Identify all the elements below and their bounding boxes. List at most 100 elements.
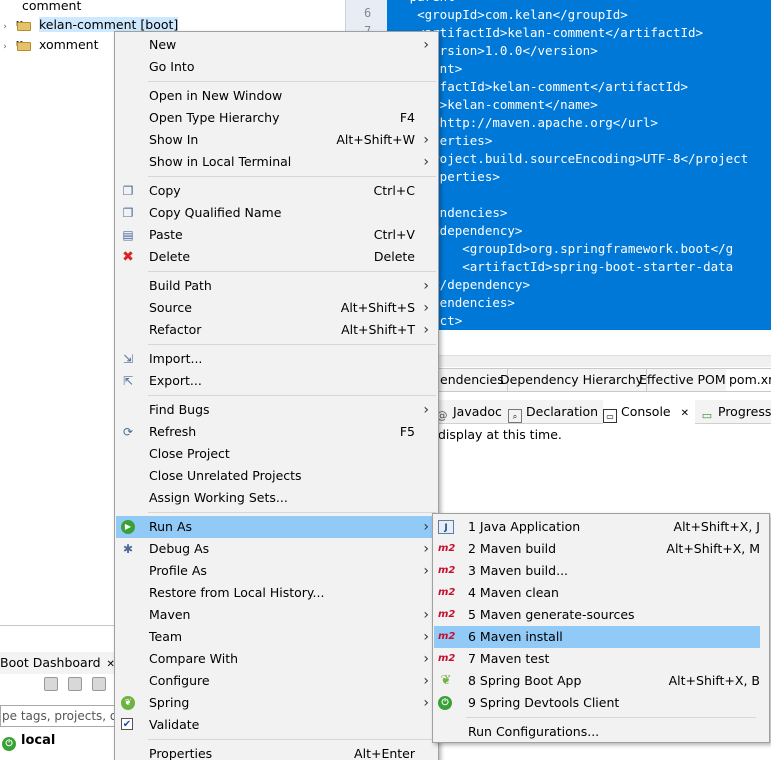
menu-item-shortcut: Ctrl+V bbox=[373, 227, 415, 242]
menu-item-label: Refresh bbox=[149, 424, 197, 439]
menu-item-label: New bbox=[149, 37, 177, 52]
close-icon[interactable]: ✕ bbox=[681, 408, 689, 419]
menu-item-copy-qualified-name[interactable]: ❐ Copy Qualified Name bbox=[116, 202, 437, 224]
tab-progress[interactable]: ▭ Progress bbox=[700, 400, 771, 424]
submenu-arrow-icon: › bbox=[423, 563, 429, 579]
import-icon: ⇲ bbox=[122, 352, 134, 366]
local-label: local bbox=[21, 733, 56, 748]
run-as-item-6-maven-install[interactable]: m2 6 Maven install bbox=[434, 626, 760, 648]
menu-item-show-in[interactable]: Show In Alt+Shift+W › bbox=[116, 129, 437, 151]
maven-m2-icon: m2 bbox=[438, 609, 456, 620]
menu-item-build-path[interactable]: Build Path › bbox=[116, 275, 437, 297]
menu-item-paste[interactable]: ▤ Paste Ctrl+V bbox=[116, 224, 437, 246]
tree-expand-arrow[interactable]: › bbox=[0, 37, 10, 57]
menu-item-label: Run Configurations... bbox=[468, 724, 600, 739]
menu-item-export[interactable]: ⇱ Export... bbox=[116, 370, 437, 392]
menu-item-assign-working-sets[interactable]: Assign Working Sets... bbox=[116, 487, 437, 509]
menu-separator bbox=[148, 395, 436, 396]
menu-item-refactor[interactable]: Refactor Alt+Shift+T › bbox=[116, 319, 437, 341]
menu-item-shortcut: Delete bbox=[373, 249, 415, 264]
menu-item-team[interactable]: Team › bbox=[116, 626, 437, 648]
debug-icon: ✱ bbox=[122, 542, 134, 556]
menu-item-spring[interactable]: ❦ Spring › bbox=[116, 692, 437, 714]
submenu-arrow-icon: › bbox=[423, 629, 429, 645]
tab-dependency-hierarchy[interactable]: Dependency Hierarchy bbox=[497, 369, 648, 391]
tab-console[interactable]: ▭ Console ✕ bbox=[603, 400, 695, 424]
submenu-arrow-icon: › bbox=[423, 154, 429, 170]
menu-item-shortcut: Alt+Enter bbox=[354, 746, 415, 760]
tab-label: Console bbox=[621, 404, 671, 419]
run-as-item-run-configurations[interactable]: Run Configurations... bbox=[434, 721, 760, 743]
menu-item-label: Go Into bbox=[149, 59, 195, 74]
maven-m2-icon: m2 bbox=[438, 543, 456, 554]
menu-item-configure[interactable]: Configure › bbox=[116, 670, 437, 692]
menu-item-debug-as[interactable]: ✱ Debug As › bbox=[116, 538, 437, 560]
submenu-arrow-icon: › bbox=[423, 37, 429, 53]
menu-item-open-type-hierarchy[interactable]: Open Type Hierarchy F4 bbox=[116, 107, 437, 129]
tab-javadoc[interactable]: @ Javadoc bbox=[435, 400, 502, 424]
debug-app-icon[interactable] bbox=[67, 676, 82, 691]
run-as-item-1-java-application[interactable]: J 1 Java Application Alt+Shift+X, J bbox=[434, 516, 760, 538]
tab-effective-pom[interactable]: Effective POM bbox=[636, 369, 730, 391]
menu-item-label: Spring bbox=[149, 695, 190, 710]
menu-item-label: Team bbox=[149, 629, 183, 644]
tab-label: Progress bbox=[718, 404, 771, 419]
menu-item-shortcut: Alt+Shift+X, B bbox=[668, 673, 760, 688]
menu-item-label: Validate bbox=[149, 717, 200, 732]
menu-item-go-into[interactable]: Go Into bbox=[116, 56, 437, 78]
menu-item-properties[interactable]: Properties Alt+Enter bbox=[116, 743, 437, 760]
menu-item-find-bugs[interactable]: Find Bugs › bbox=[116, 399, 437, 421]
tree-item-xomment[interactable]: › M xomment bbox=[0, 35, 98, 57]
tab-declaration[interactable]: ⌕ Declaration bbox=[508, 400, 598, 424]
run-as-item-7-maven-test[interactable]: m2 7 Maven test bbox=[434, 648, 760, 670]
boot-dashboard-filter-input[interactable]: pe tags, projects, o bbox=[0, 705, 115, 727]
menu-item-shortcut: Alt+Shift+W bbox=[336, 132, 415, 147]
menu-item-label: 8 Spring Boot App bbox=[468, 673, 582, 688]
pom-xml-editor[interactable]: <parent> <groupId>com.kelan</groupId> <a… bbox=[387, 0, 771, 330]
menu-item-label: 3 Maven build... bbox=[468, 563, 569, 578]
menu-item-close-unrelated-projects[interactable]: Close Unrelated Projects bbox=[116, 465, 437, 487]
menu-item-source[interactable]: Source Alt+Shift+S › bbox=[116, 297, 437, 319]
menu-item-label: Compare With bbox=[149, 651, 239, 666]
menu-item-import[interactable]: ⇲ Import... bbox=[116, 348, 437, 370]
menu-item-refresh[interactable]: ⟳ Refresh F5 bbox=[116, 421, 437, 443]
run-as-item-9-spring-devtools-client[interactable]: ⏻ 9 Spring Devtools Client bbox=[434, 692, 760, 714]
start-app-icon[interactable] bbox=[44, 676, 58, 691]
menu-item-label: Show in Local Terminal bbox=[149, 154, 292, 169]
menu-item-label: Open Type Hierarchy bbox=[149, 110, 280, 125]
menu-item-label: Properties bbox=[149, 746, 213, 760]
menu-item-open-in-new-window[interactable]: Open in New Window bbox=[116, 85, 437, 107]
copy-qualified-icon: ❐ bbox=[122, 206, 134, 220]
menu-item-profile-as[interactable]: Profile As › bbox=[116, 560, 437, 582]
context-menu: New › Go Into Open in New Window Open Type H… bbox=[114, 31, 439, 760]
menu-item-label: Restore from Local History... bbox=[149, 585, 325, 600]
menu-item-close-project[interactable]: Close Project bbox=[116, 443, 437, 465]
menu-item-validate[interactable]: ✔ Validate bbox=[116, 714, 437, 736]
menu-item-new[interactable]: New › bbox=[116, 34, 437, 56]
menu-item-label: Build Path bbox=[149, 278, 212, 293]
run-as-item-8-spring-boot-app[interactable]: ❦ 8 Spring Boot App Alt+Shift+X, B bbox=[434, 670, 760, 692]
menu-item-label: 7 Maven test bbox=[468, 651, 550, 666]
boot-dashboard-toolbar bbox=[44, 676, 112, 696]
menu-item-show-in-local-terminal[interactable]: Show in Local Terminal › bbox=[116, 151, 437, 173]
menu-item-label: Configure bbox=[149, 673, 210, 688]
menu-item-delete[interactable]: ✖ Delete Delete bbox=[116, 246, 437, 268]
menu-item-restore-from-local-history[interactable]: Restore from Local History... bbox=[116, 582, 437, 604]
run-as-item-4-maven-clean[interactable]: m2 4 Maven clean bbox=[434, 582, 760, 604]
tree-expand-arrow[interactable]: › bbox=[0, 17, 10, 37]
menu-item-run-as[interactable]: ▶ Run As › bbox=[116, 516, 437, 538]
boot-dashboard-local-target[interactable]: ⏻ local bbox=[2, 731, 55, 751]
tab-pom-xml[interactable]: pom.xm bbox=[726, 369, 771, 391]
tree-item-comment[interactable]: comment bbox=[0, 0, 81, 16]
code-line: <project.build.sourceEncoding>UTF-8</pro… bbox=[387, 151, 749, 166]
run-as-item-5-maven-generate-sources[interactable]: m2 5 Maven generate-sources bbox=[434, 604, 760, 626]
submenu-arrow-icon: › bbox=[423, 402, 429, 418]
boot-dashboard-tab[interactable]: Boot Dashboard ✕ bbox=[0, 652, 115, 674]
menu-item-compare-with[interactable]: Compare With › bbox=[116, 648, 437, 670]
menu-item-label: Maven bbox=[149, 607, 191, 622]
run-as-item-3-maven-build[interactable]: m2 3 Maven build... bbox=[434, 560, 760, 582]
stop-app-icon[interactable] bbox=[91, 676, 106, 691]
run-as-item-2-maven-build[interactable]: m2 2 Maven build Alt+Shift+X, M bbox=[434, 538, 760, 560]
menu-item-maven[interactable]: Maven › bbox=[116, 604, 437, 626]
menu-item-copy[interactable]: ❐ Copy Ctrl+C bbox=[116, 180, 437, 202]
